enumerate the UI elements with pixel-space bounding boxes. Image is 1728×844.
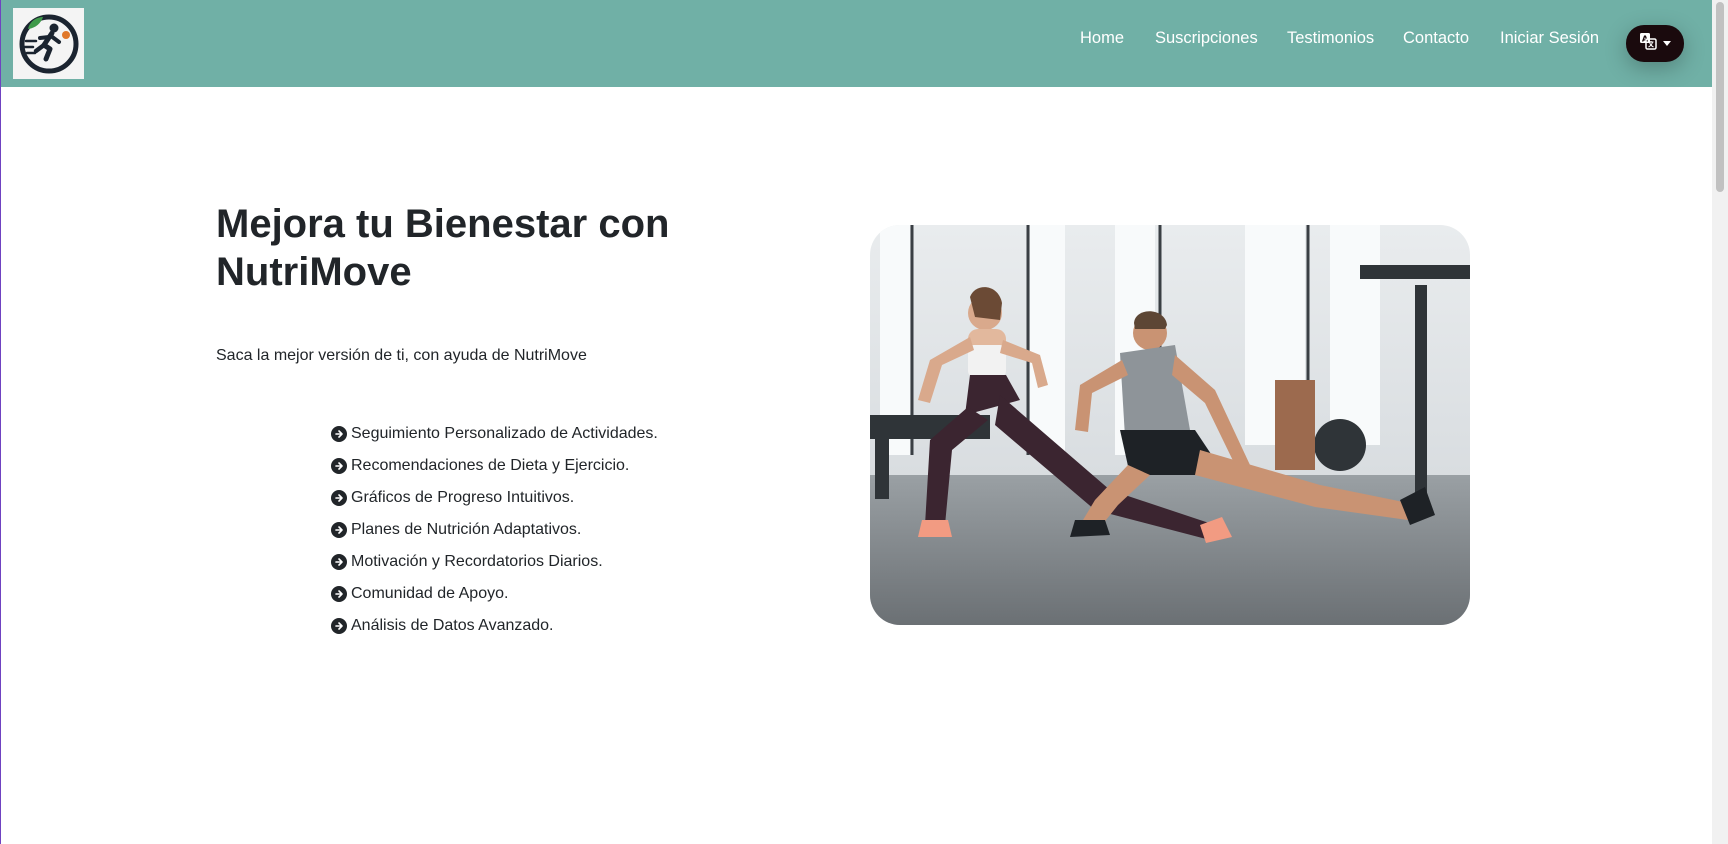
nav-link-testimonios[interactable]: Testimonios (1287, 29, 1374, 48)
list-item: Gráficos de Progreso Intuitivos. (331, 482, 658, 514)
feature-text: Seguimiento Personalizado de Actividades… (351, 425, 658, 442)
feature-text: Análisis de Datos Avanzado. (351, 617, 554, 634)
arrow-right-circle-icon (331, 490, 347, 506)
hero-subtitle: Saca la mejor versión de ti, con ayuda d… (216, 347, 587, 364)
hero-image (870, 225, 1470, 625)
arrow-right-circle-icon (331, 586, 347, 602)
feature-text: Gráficos de Progreso Intuitivos. (351, 489, 575, 506)
nav-link-contacto[interactable]: Contacto (1403, 29, 1469, 48)
list-item: Análisis de Datos Avanzado. (331, 610, 658, 642)
arrow-right-circle-icon (331, 426, 347, 442)
vertical-scrollbar[interactable] (1712, 0, 1728, 844)
navbar: Home Suscripciones Testimonios Contacto … (1, 0, 1713, 87)
arrow-right-circle-icon (331, 522, 347, 538)
feature-text: Motivación y Recordatorios Diarios. (351, 553, 603, 570)
nav-link-home[interactable]: Home (1080, 29, 1124, 48)
feature-text: Comunidad de Apoyo. (351, 585, 509, 602)
hero-title: Mejora tu Bienestar con NutriMove (216, 202, 670, 294)
arrow-right-circle-icon (331, 458, 347, 474)
translate-icon: A (1639, 32, 1657, 55)
nav-link-iniciar-sesion[interactable]: Iniciar Sesión (1500, 29, 1599, 48)
list-item: Recomendaciones de Dieta y Ejercicio. (331, 450, 658, 482)
feature-text: Recomendaciones de Dieta y Ejercicio. (351, 457, 630, 474)
arrow-right-circle-icon (331, 618, 347, 634)
feature-list: Seguimiento Personalizado de Actividades… (331, 418, 658, 642)
page: Home Suscripciones Testimonios Contacto … (0, 0, 1713, 844)
list-item: Comunidad de Apoyo. (331, 578, 658, 610)
list-item: Planes de Nutrición Adaptativos. (331, 514, 658, 546)
runner-logo-icon[interactable] (13, 8, 84, 79)
nav-link-suscripciones[interactable]: Suscripciones (1155, 29, 1258, 48)
chevron-down-icon (1663, 41, 1671, 46)
arrow-right-circle-icon (331, 554, 347, 570)
list-item: Seguimiento Personalizado de Actividades… (331, 418, 658, 450)
language-dropdown-button[interactable]: A (1626, 25, 1684, 62)
list-item: Motivación y Recordatorios Diarios. (331, 546, 658, 578)
scrollbar-thumb[interactable] (1716, 2, 1724, 192)
feature-text: Planes de Nutrición Adaptativos. (351, 521, 582, 538)
